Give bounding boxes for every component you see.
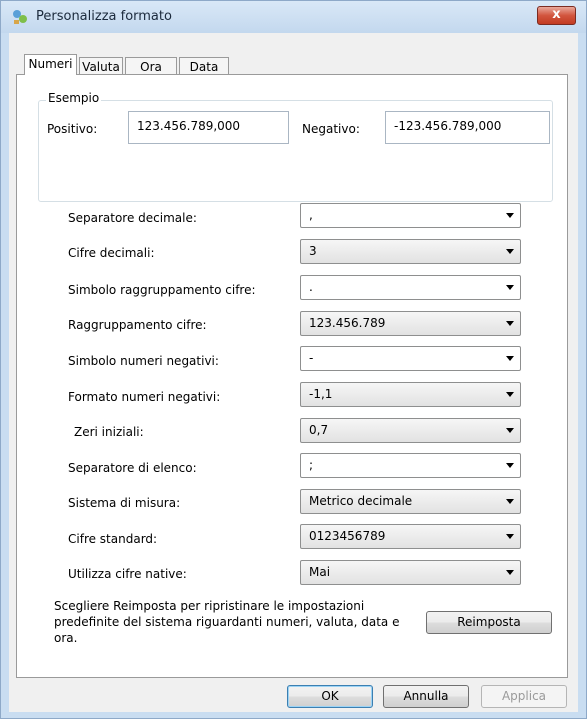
cancel-button[interactable]: Annulla — [383, 685, 469, 708]
combo-value: - — [309, 351, 314, 365]
measurement-system-label: Sistema di misura: — [68, 496, 181, 510]
decimal-digits-label: Cifre decimali: — [68, 246, 155, 260]
tab-valuta[interactable]: Valuta — [79, 57, 123, 75]
chevron-down-icon — [506, 213, 514, 218]
title-bar[interactable]: Personalizza formato x — [1, 1, 586, 33]
negative-sign-label: Simbolo numeri negativi: — [68, 354, 219, 368]
example-group-label: Esempio — [46, 91, 102, 105]
digit-grouping-label: Raggruppamento cifre: — [68, 318, 207, 332]
negative-sign-combo[interactable]: - — [300, 346, 521, 371]
negative-format-combo[interactable]: -1,1 — [300, 382, 521, 407]
tab-ora[interactable]: Ora — [125, 57, 177, 75]
chevron-down-icon — [506, 285, 514, 290]
combo-value: , — [309, 208, 313, 222]
ok-button[interactable]: OK — [287, 685, 373, 708]
close-button[interactable]: x — [537, 6, 576, 25]
chevron-down-icon — [506, 570, 514, 575]
grouping-symbol-label: Simbolo raggruppamento cifre: — [68, 283, 256, 297]
close-icon: x — [552, 7, 561, 22]
list-separator-combo[interactable]: ; — [300, 453, 521, 478]
chevron-down-icon — [506, 249, 514, 254]
chevron-down-icon — [506, 356, 514, 361]
combo-value: Metrico decimale — [309, 494, 413, 508]
tab-label: Data — [189, 60, 219, 74]
negative-example-field: -123.456.789,000 — [385, 111, 550, 144]
list-separator-label: Separatore di elenco: — [68, 461, 197, 475]
chevron-down-icon — [506, 534, 514, 539]
positive-example-field: 123.456.789,000 — [128, 111, 289, 144]
chevron-down-icon — [506, 463, 514, 468]
chevron-down-icon — [506, 428, 514, 433]
decimal-digits-combo[interactable]: 3 — [300, 239, 521, 264]
positive-label: Positivo: — [47, 122, 98, 136]
combo-value: 123.456.789 — [309, 316, 386, 330]
combo-value: -1,1 — [309, 387, 333, 401]
standard-digits-combo[interactable]: 0123456789 — [300, 524, 521, 549]
combo-value: 0,7 — [309, 423, 329, 437]
standard-digits-label: Cifre standard: — [68, 532, 158, 546]
combo-value: . — [309, 280, 313, 294]
tab-label: Numeri — [28, 57, 73, 71]
combo-value: Mai — [309, 565, 331, 579]
chevron-down-icon — [506, 392, 514, 397]
combo-value: 3 — [309, 244, 317, 258]
chevron-down-icon — [506, 499, 514, 504]
decimal-separator-combo[interactable]: , — [300, 203, 521, 228]
apply-button[interactable]: Applica — [481, 685, 567, 708]
combo-value: ; — [309, 458, 314, 472]
negative-format-label: Formato numeri negativi: — [68, 390, 221, 404]
tab-data[interactable]: Data — [179, 57, 229, 75]
native-digits-label: Utilizza cifre native: — [68, 567, 187, 581]
combo-value: 0123456789 — [309, 529, 386, 543]
window-title: Personalizza formato — [36, 9, 172, 24]
decimal-separator-label: Separatore decimale: — [68, 211, 197, 225]
measurement-system-combo[interactable]: Metrico decimale — [300, 489, 521, 514]
negative-label: Negativo: — [302, 122, 360, 136]
grouping-symbol-combo[interactable]: . — [300, 275, 521, 300]
leading-zeros-label: Zeri iniziali: — [74, 425, 144, 439]
chevron-down-icon — [506, 321, 514, 326]
reset-button[interactable]: Reimposta — [426, 611, 552, 634]
leading-zeros-combo[interactable]: 0,7 — [300, 418, 521, 443]
tab-numeri[interactable]: Numeri — [24, 54, 77, 75]
native-digits-combo[interactable]: Mai — [300, 560, 521, 585]
tab-label: Ora — [140, 60, 162, 74]
tab-label: Valuta — [82, 60, 120, 74]
reset-info-text: Scegliere Reimposta per ripristinare le … — [54, 599, 400, 645]
app-icon — [13, 10, 27, 24]
digit-grouping-combo[interactable]: 123.456.789 — [300, 311, 521, 336]
